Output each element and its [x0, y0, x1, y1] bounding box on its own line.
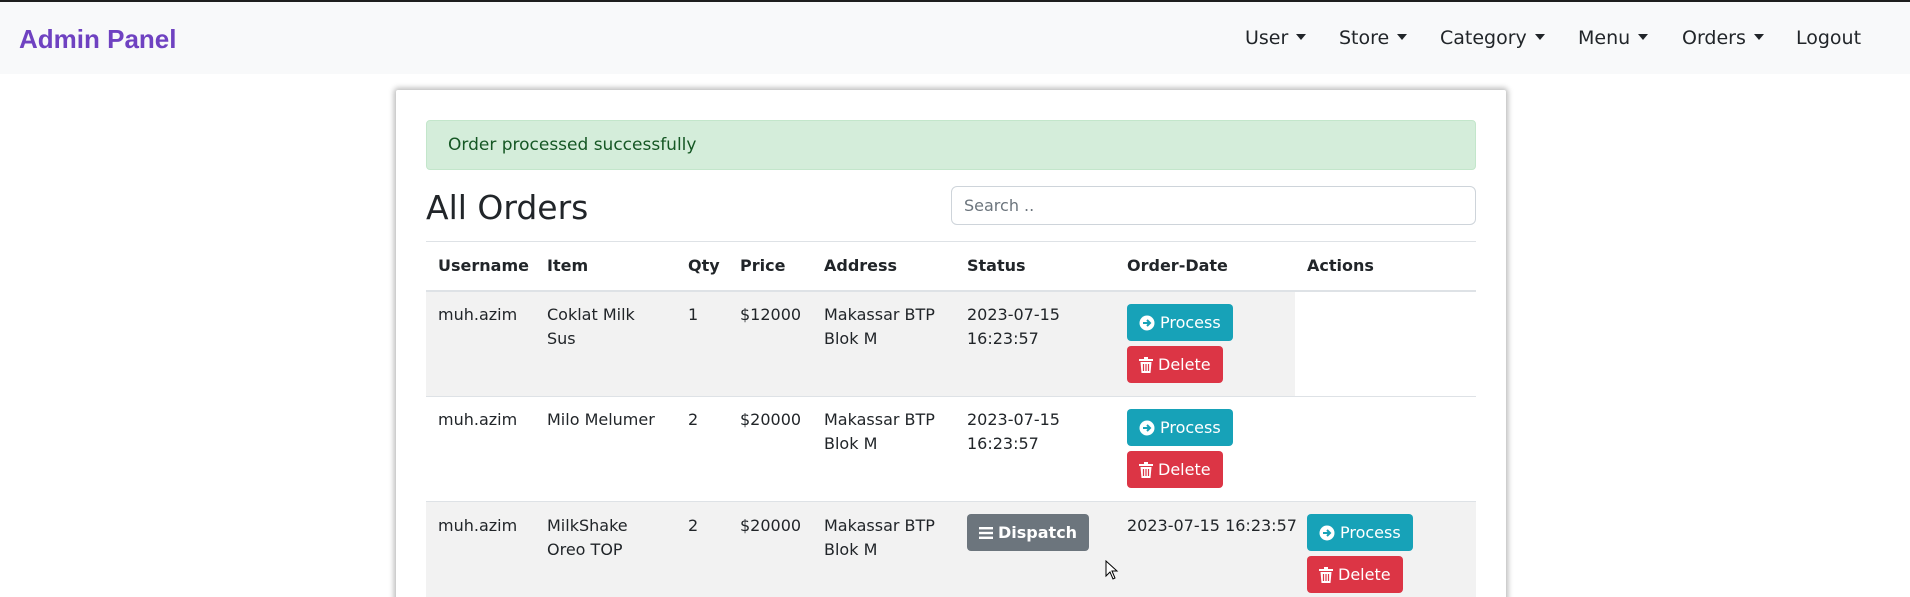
- cell-item-line1: Coklat Milk: [547, 305, 635, 324]
- success-alert: Order processed successfully: [426, 120, 1476, 170]
- header-username: Username: [438, 256, 529, 275]
- header-status: Status: [967, 256, 1026, 275]
- cell-status: 2023-07-15 16:23:57: [967, 408, 1060, 456]
- cell-status: 2023-07-15 16:23:57: [967, 303, 1060, 351]
- cell-item-line2: Sus: [547, 329, 576, 348]
- nav-category-dropdown[interactable]: Category: [1440, 27, 1545, 49]
- cell-price: $12000: [740, 305, 802, 324]
- trash-icon: [1319, 566, 1333, 583]
- cell-address-line2: Blok M: [824, 329, 878, 348]
- nav-orders-label: Orders: [1682, 27, 1746, 49]
- delete-button[interactable]: Delete: [1127, 346, 1223, 383]
- caret-down-icon: [1397, 34, 1408, 40]
- cell-qty: 2: [688, 516, 699, 535]
- header-item: Item: [547, 256, 589, 275]
- cell-address: Makassar BTP Blok M: [824, 514, 935, 562]
- delete-label: Delete: [1158, 355, 1211, 374]
- delete-button[interactable]: Delete: [1127, 451, 1223, 488]
- delete-button[interactable]: Delete: [1307, 556, 1403, 593]
- cell-address: Makassar BTP Blok M: [824, 303, 935, 351]
- cell-price: $20000: [740, 516, 802, 535]
- cell-username: muh.azim: [438, 305, 518, 324]
- cell-address: Makassar BTP Blok M: [824, 408, 935, 456]
- cell-address-line2: Blok M: [824, 540, 878, 559]
- cell-address-line1: Makassar BTP: [824, 410, 935, 429]
- table-top-border: [426, 241, 1476, 242]
- header-qty: Qty: [688, 256, 720, 275]
- arrow-circle-right-icon: [1319, 525, 1335, 541]
- header-order-date: Order-Date: [1127, 256, 1228, 275]
- delete-label: Delete: [1338, 565, 1391, 584]
- cell-username: muh.azim: [438, 516, 518, 535]
- nav-store-dropdown[interactable]: Store: [1339, 27, 1408, 49]
- cell-item: Milo Melumer: [547, 408, 655, 432]
- caret-down-icon: [1534, 34, 1545, 40]
- dispatch-label: Dispatch: [998, 523, 1078, 542]
- cell-address-line2: Blok M: [824, 434, 878, 453]
- arrow-circle-right-icon: [1139, 315, 1155, 331]
- process-label: Process: [1160, 313, 1221, 332]
- process-button[interactable]: Process: [1307, 514, 1413, 551]
- cell-status-line2: 16:23:57: [967, 434, 1039, 453]
- cell-item: Coklat Milk Sus: [547, 303, 635, 351]
- cell-status-line1: 2023-07-15: [967, 305, 1060, 324]
- brand-logo[interactable]: Admin Panel: [19, 24, 176, 55]
- trash-icon: [1139, 356, 1153, 373]
- cell-item-line2: Oreo TOP: [547, 540, 623, 559]
- process-label: Process: [1340, 523, 1401, 542]
- nav-user-label: User: [1245, 27, 1289, 49]
- caret-down-icon: [1296, 34, 1307, 40]
- cell-qty: 1: [688, 305, 699, 324]
- dispatch-button[interactable]: Dispatch: [967, 514, 1090, 551]
- search-input[interactable]: [951, 186, 1476, 225]
- arrow-circle-right-icon: [1139, 420, 1155, 436]
- cell-username: muh.azim: [438, 410, 518, 429]
- nav-category-label: Category: [1440, 27, 1527, 49]
- mouse-cursor-icon: [1105, 559, 1119, 584]
- nav-orders-dropdown[interactable]: Orders: [1682, 27, 1764, 49]
- page-title: All Orders: [426, 188, 589, 227]
- delete-label: Delete: [1158, 460, 1211, 479]
- cell-item-line1: MilkShake: [547, 516, 628, 535]
- nav-menu-dropdown[interactable]: Menu: [1578, 27, 1649, 49]
- cell-order-date: 2023-07-15 16:23:57: [1127, 516, 1297, 535]
- cell-status-line2: 16:23:57: [967, 329, 1039, 348]
- bars-icon: [979, 526, 993, 540]
- process-button[interactable]: Process: [1127, 409, 1233, 446]
- header-actions: Actions: [1307, 256, 1374, 275]
- process-button[interactable]: Process: [1127, 304, 1233, 341]
- process-label: Process: [1160, 418, 1221, 437]
- caret-down-icon: [1753, 34, 1764, 40]
- nav-user-dropdown[interactable]: User: [1245, 27, 1307, 49]
- nav-menu-label: Menu: [1578, 27, 1631, 49]
- header-price: Price: [740, 256, 786, 275]
- nav-logout-link[interactable]: Logout: [1796, 27, 1861, 49]
- cell-item: MilkShake Oreo TOP: [547, 514, 628, 562]
- cell-price: $20000: [740, 410, 802, 429]
- cell-address-line1: Makassar BTP: [824, 305, 935, 324]
- navbar: Admin Panel User Store Category Menu Ord…: [0, 2, 1910, 74]
- nav-store-label: Store: [1339, 27, 1390, 49]
- cell-address-line1: Makassar BTP: [824, 516, 935, 535]
- caret-down-icon: [1638, 34, 1649, 40]
- trash-icon: [1139, 461, 1153, 478]
- cell-item-line1: Milo Melumer: [547, 410, 655, 429]
- row-divider: [426, 396, 1476, 397]
- header-address: Address: [824, 256, 898, 275]
- cell-qty: 2: [688, 410, 699, 429]
- cell-status-line1: 2023-07-15: [967, 410, 1060, 429]
